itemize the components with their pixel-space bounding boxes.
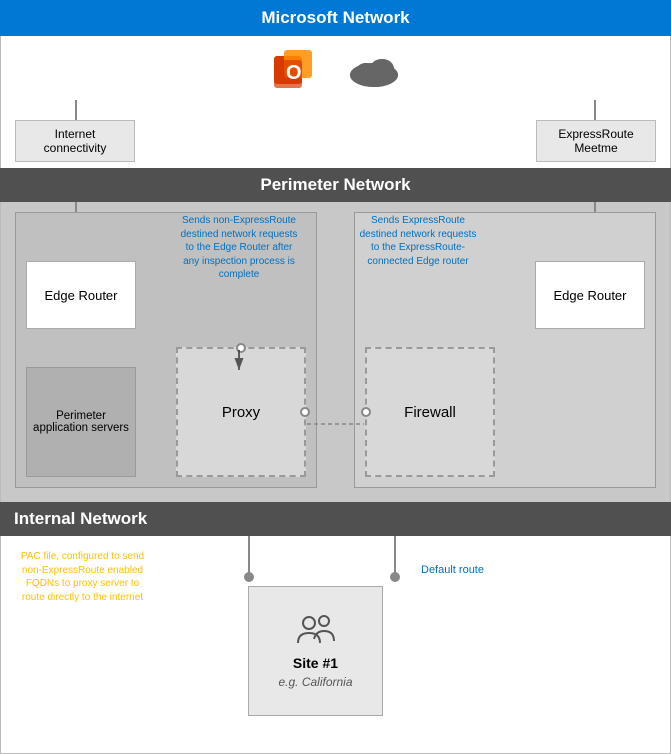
expressroute-meetme-label: ExpressRoute Meetme — [536, 120, 656, 162]
internal-network-header: Internal Network — [0, 502, 671, 536]
pac-file-annotation: PAC file, configured to send non-Express… — [15, 550, 150, 604]
connectivity-row: Internet connectivity ExpressRoute Meetm… — [0, 100, 671, 168]
ms-network-header: Microsoft Network — [0, 0, 671, 36]
perimeter-network-header: Perimeter Network — [0, 168, 671, 202]
firewall-box: Firewall — [365, 347, 495, 477]
internet-connectivity-label: Internet connectivity — [15, 120, 135, 162]
annotation-sends-express: Sends ExpressRoute destined network requ… — [359, 214, 477, 268]
annotation-sends-non-express: Sends non-ExpressRoute destined network … — [179, 214, 299, 282]
svg-text:O: O — [286, 62, 302, 84]
cloud-icon — [346, 47, 402, 91]
site1-subtitle: e.g. California — [278, 675, 352, 689]
edge-router-right-box: Edge Router — [535, 261, 645, 329]
proxy-dot-top — [236, 343, 246, 353]
perimeter-app-servers-box: Perimeter application servers — [26, 367, 136, 477]
proxy-box: Proxy — [176, 347, 306, 477]
ms-icons-row: O — [0, 36, 671, 100]
edge-router-left-box: Edge Router — [26, 261, 136, 329]
dot-firewall-internal — [390, 572, 400, 582]
site1-box: Site #1 e.g. California — [248, 586, 383, 716]
default-route-annotation: Default route — [421, 564, 484, 576]
proxy-dot-right — [300, 407, 310, 417]
diagram-container: Microsoft Network O — [0, 0, 671, 754]
vline-proxy-internal — [248, 536, 250, 576]
dot-proxy-internal — [244, 572, 254, 582]
office365-icon: O — [270, 46, 316, 92]
internal-content: PAC file, configured to send non-Express… — [0, 536, 671, 754]
firewall-dot-left — [361, 407, 371, 417]
site1-icon — [294, 613, 338, 651]
vline-firewall-internal — [394, 536, 396, 576]
site1-title: Site #1 — [293, 655, 338, 671]
perimeter-content: Edge Router Perimeter application server… — [0, 202, 671, 502]
